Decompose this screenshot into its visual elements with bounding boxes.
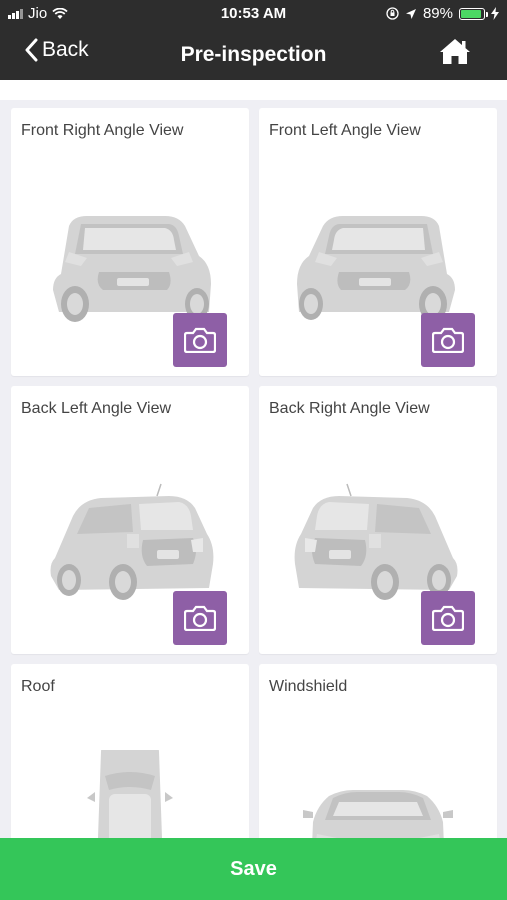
content-area[interactable]: Front Right Angle View Front Left Angle … (0, 80, 507, 838)
camera-button[interactable] (421, 591, 475, 645)
card-back-right: Back Right Angle View (259, 386, 497, 654)
charging-icon (491, 7, 499, 20)
camera-button[interactable] (173, 591, 227, 645)
status-bar: Jio 10:53 AM 89% (0, 0, 507, 28)
card-front-right: Front Right Angle View (11, 108, 249, 376)
location-arrow-icon (405, 8, 416, 19)
card-title: Front Left Angle View (269, 122, 421, 139)
card-title: Back Left Angle View (21, 400, 172, 417)
status-right: 89% (386, 5, 499, 22)
battery-fill (461, 9, 481, 18)
nav-bar: Back Pre-inspection (0, 28, 507, 80)
orientation-lock-icon (386, 7, 399, 20)
card-front-left: Front Left Angle View (259, 108, 497, 376)
car-roof-image (87, 750, 173, 838)
top-strip (0, 80, 507, 100)
home-button[interactable] (439, 37, 471, 70)
card-title: Back Right Angle View (269, 400, 430, 417)
home-icon (440, 39, 470, 64)
battery-icon (459, 7, 488, 20)
page-title: Pre-inspection (180, 43, 327, 66)
save-button[interactable]: Save (0, 838, 507, 900)
card-title: Roof (21, 678, 55, 695)
battery-percent: 89% (422, 5, 453, 22)
camera-button[interactable] (173, 313, 227, 367)
card-roof: Roof (11, 664, 249, 838)
card-title: Windshield (269, 678, 348, 695)
camera-icon (432, 327, 464, 353)
camera-button[interactable] (421, 313, 475, 367)
header: Jio 10:53 AM 89% Back Pre-inspection (0, 0, 507, 80)
car-windshield-image (303, 790, 453, 838)
camera-icon (184, 327, 216, 353)
save-label: Save (230, 857, 277, 880)
photo-grid: Front Right Angle View Front Left Angle … (11, 108, 497, 838)
camera-icon (432, 605, 464, 631)
card-windshield: Windshield (259, 664, 497, 838)
camera-icon (184, 605, 216, 631)
card-back-left: Back Left Angle View (11, 386, 249, 654)
card-title: Front Right Angle View (21, 122, 184, 139)
